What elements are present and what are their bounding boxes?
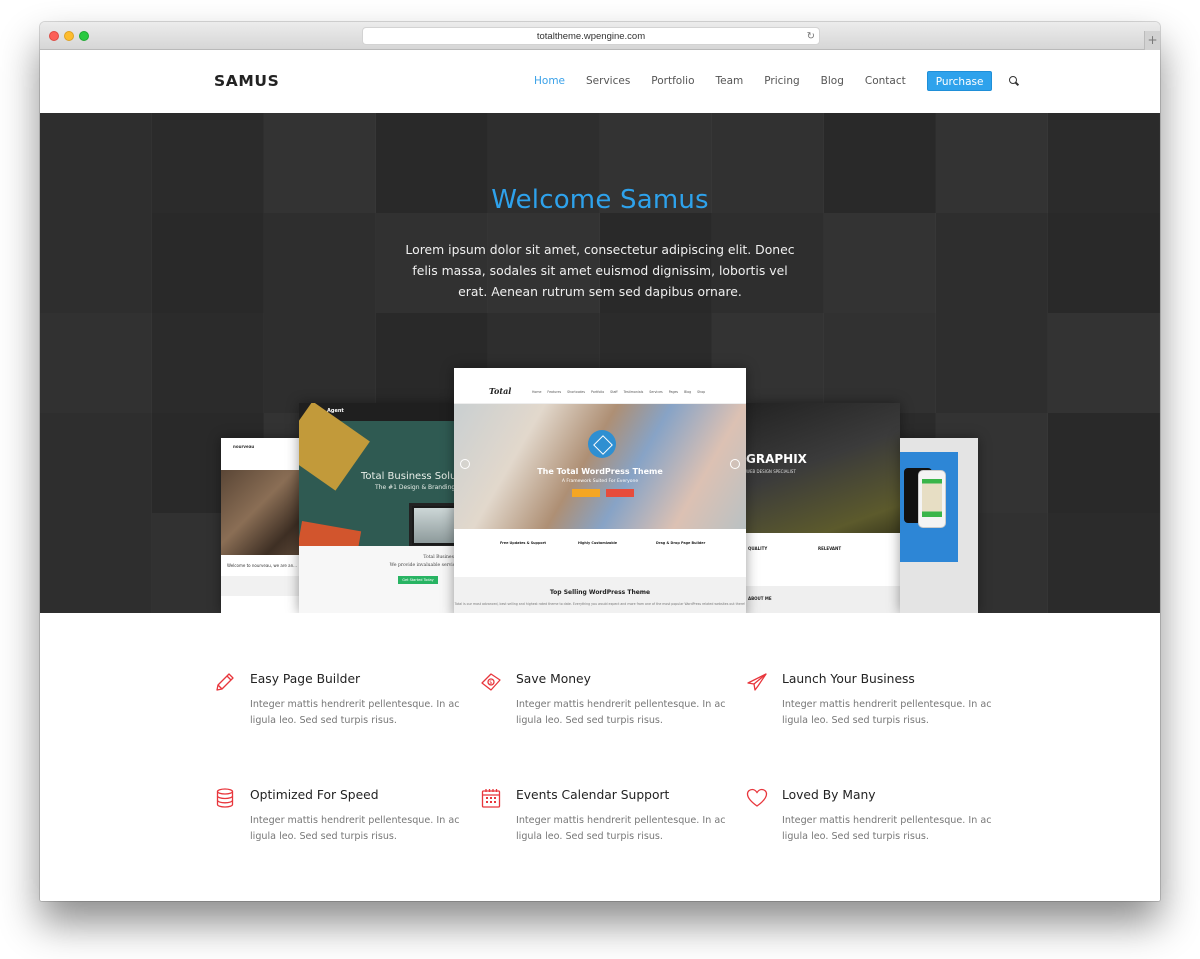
mockup-total-feature: Drag & Drop Page Builder	[656, 541, 706, 545]
hero-title: Welcome Samus	[491, 185, 709, 215]
mockup-graphix-col2: RELEVANT	[818, 546, 842, 551]
mockup-total: Total Home Features Shortcodes Portfolio…	[454, 368, 746, 613]
features-section: Easy Page Builder Integer mattis hendrer…	[40, 613, 1160, 901]
hero-text: Lorem ipsum dolor sit amet, consectetur …	[405, 242, 795, 299]
zoom-window-button[interactable]	[79, 31, 89, 41]
site-header: SAMUS Home Services Portfolio Team Prici…	[40, 50, 1160, 113]
nav-home[interactable]: Home	[534, 70, 565, 92]
hero-section: Welcome Samus Lorem ipsum dolor sit amet…	[40, 113, 1160, 613]
nav-portfolio[interactable]: Portfolio	[651, 70, 694, 92]
heart-icon	[746, 788, 768, 807]
browser-window: totaltheme.wpengine.com ↻ + SAMUS Home S…	[40, 22, 1160, 901]
mockup-graphix-subtitle: WEB DESIGN SPECIALIST	[746, 469, 796, 474]
mockup-graphix-image: GRAPHIX WEB DESIGN SPECIALIST	[746, 403, 900, 533]
feature-text: Integer mattis hendrerit pellentesque. I…	[782, 815, 992, 842]
nav-pricing[interactable]: Pricing	[764, 70, 799, 92]
mockup-graphix-about: ABOUT ME	[748, 596, 772, 601]
feature-title: Loved By Many	[782, 788, 876, 802]
feature-text: Integer mattis hendrerit pellentesque. I…	[782, 699, 992, 726]
mockup-total-slider: The Total WordPress Theme A Framework Su…	[454, 404, 746, 529]
mockup-app	[900, 438, 978, 613]
paper-plane-icon	[747, 673, 767, 691]
money-icon: $	[481, 673, 501, 691]
purchase-button[interactable]: Purchase	[926, 71, 993, 91]
mockup-total-nav: Home Features Shortcodes Portfolio Staff…	[532, 390, 706, 394]
address-bar[interactable]: totaltheme.wpengine.com ↻	[362, 27, 820, 45]
feature-text: Integer mattis hendrerit pellentesque. I…	[250, 699, 460, 726]
feature-text: Integer mattis hendrerit pellentesque. I…	[516, 699, 726, 726]
mockup-total-section-title: Top Selling WordPress Theme	[549, 589, 651, 596]
nav-services[interactable]: Services	[586, 70, 630, 92]
minimize-window-button[interactable]	[64, 31, 74, 41]
mockup-total-slide-title: The Total WordPress Theme	[537, 467, 663, 476]
url-text: totaltheme.wpengine.com	[536, 31, 646, 42]
main-nav: Home Services Portfolio Team Pricing Blo…	[534, 70, 1019, 92]
feature-title: Launch Your Business	[782, 672, 915, 686]
mockup-total-logo: Total	[489, 386, 512, 396]
new-tab-button[interactable]: +	[1144, 31, 1160, 50]
mockup-total-feature: Free Updates & Support	[500, 541, 547, 545]
mockup-total-section-text: Total is our most advanced, best selling…	[454, 602, 746, 606]
feature-title: Events Calendar Support	[516, 788, 670, 802]
reload-icon[interactable]: ↻	[807, 28, 815, 45]
mockup-agent-headline: Total Business Solu	[361, 471, 457, 482]
total-badge-icon	[588, 430, 616, 458]
nav-team[interactable]: Team	[716, 70, 744, 92]
mockup-total-slide-subtitle: A Framework Suited For Everyone	[561, 479, 639, 484]
mockup-total-feature: Highly Customizable	[578, 541, 618, 545]
nav-blog[interactable]: Blog	[821, 70, 844, 92]
mockup-graphix-title: GRAPHIX	[746, 452, 807, 466]
feature-title: Easy Page Builder	[250, 672, 361, 686]
search-icon[interactable]	[1009, 76, 1019, 86]
mockup-agent-button: Get Started Today	[398, 576, 438, 584]
mockup-graphix: GRAPHIX WEB DESIGN SPECIALIST QUALITY RE…	[746, 403, 900, 613]
feature-title: Save Money	[516, 672, 591, 686]
nav-contact[interactable]: Contact	[865, 70, 906, 92]
svg-text:$: $	[489, 680, 492, 686]
site-logo[interactable]: SAMUS	[214, 72, 279, 90]
browser-titlebar: totaltheme.wpengine.com ↻ +	[40, 22, 1160, 50]
phone-image	[918, 470, 946, 528]
pencil-icon	[216, 673, 234, 691]
close-window-button[interactable]	[49, 31, 59, 41]
feature-text: Integer mattis hendrerit pellentesque. I…	[516, 815, 726, 842]
calendar-icon	[481, 789, 501, 808]
feature-title: Optimized For Speed	[250, 788, 379, 802]
mockup-graphix-col1: QUALITY	[748, 546, 768, 551]
feature-text: Integer mattis hendrerit pellentesque. I…	[250, 815, 460, 842]
database-icon	[216, 788, 234, 808]
